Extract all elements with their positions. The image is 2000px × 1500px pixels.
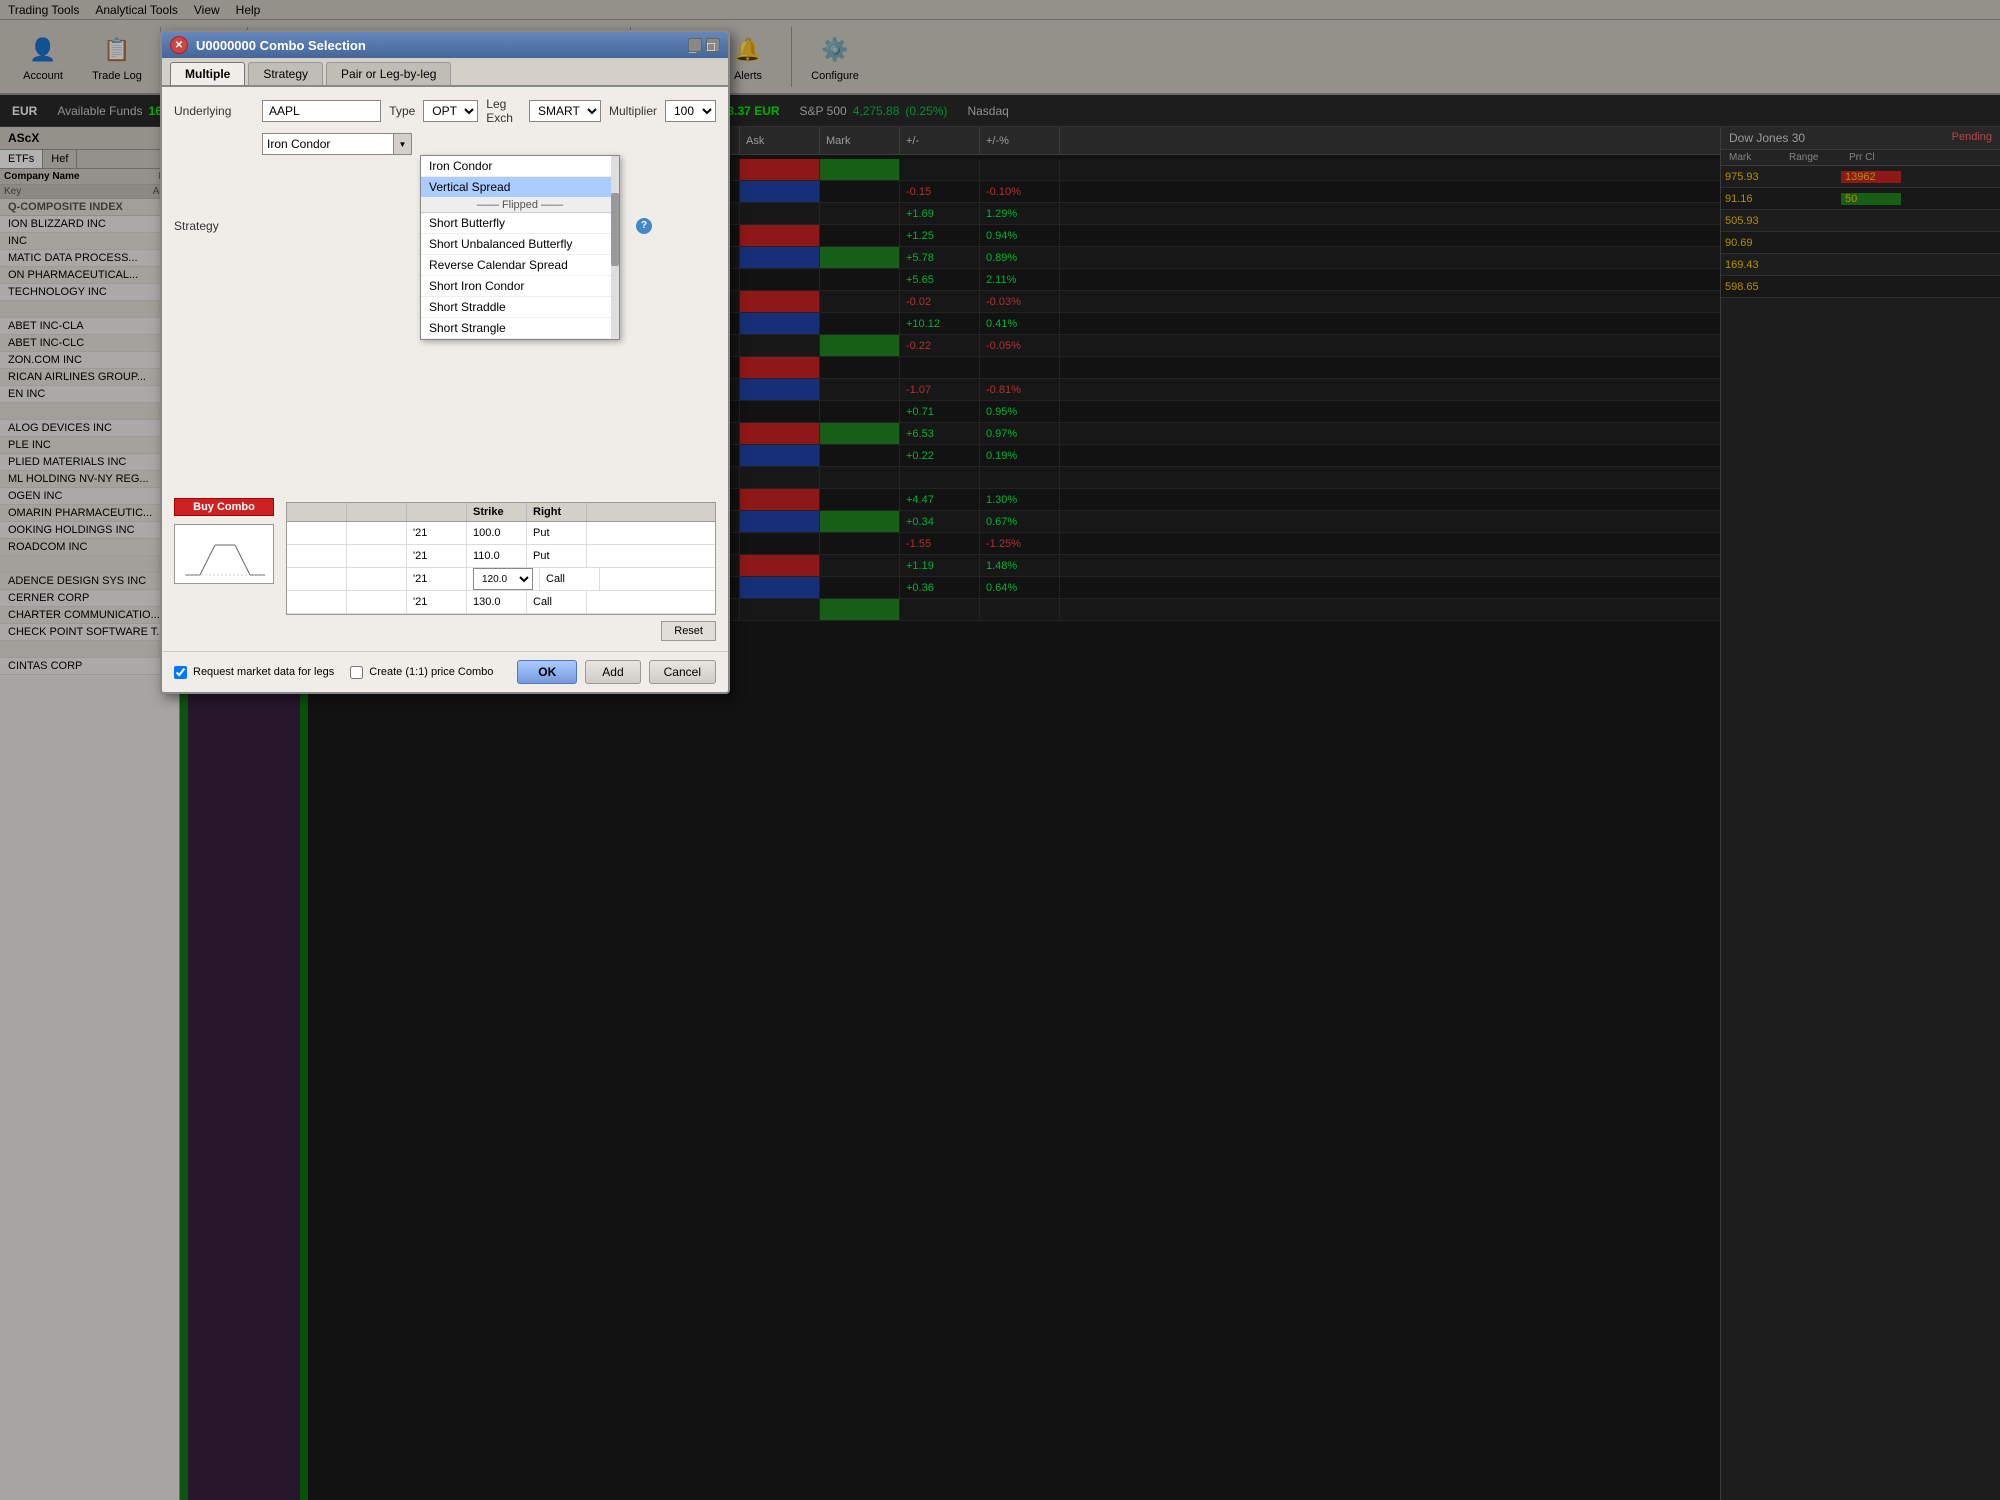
dialog-tabs: Multiple Strategy Pair or Leg-by-leg [162, 58, 728, 87]
checkbox-price-combo-input[interactable] [350, 666, 363, 679]
add-button[interactable]: Add [585, 660, 640, 684]
strategy-input[interactable] [263, 134, 393, 154]
leg-row-3: '21 120.0 115.0 125.0 Call [287, 568, 715, 591]
help-icon-container: ? [636, 218, 652, 234]
strategy-dropdown[interactable]: Iron Condor Vertical Spread —— Flipped —… [420, 155, 620, 340]
reset-button[interactable]: Reset [661, 621, 716, 641]
underlying-input[interactable] [262, 100, 381, 122]
checkbox-price-combo: Create (1:1) price Combo [350, 666, 493, 679]
legs-table-section: Strike Right '21 100.0 Put '21 [286, 498, 716, 641]
strategy-item-short-butterfly[interactable]: Short Butterfly [421, 213, 619, 234]
leg4-right: Call [527, 591, 587, 613]
leg4-ratio [347, 591, 407, 613]
leg-exch-select[interactable]: SMART CBOE AMEX [529, 100, 601, 122]
strategy-item-short-strangle[interactable]: Short Strangle [421, 318, 619, 339]
leg2-right: Put [527, 545, 587, 567]
strategy-container: ▼ Iron Condor Vertical Spread —— Flipped… [262, 133, 620, 318]
leg4-action [287, 591, 347, 613]
leg-row-4: '21 130.0 Call [287, 591, 715, 614]
strategy-row: Strategy ▼ Iron Condor Vertical Spread —… [174, 133, 716, 318]
buy-combo-button[interactable]: Buy Combo [174, 498, 274, 516]
checkbox-market-data: Request market data for legs [174, 666, 334, 679]
leg1-strike: 100.0 [467, 522, 527, 544]
dialog-body: Underlying Type OPT STK FUT Leg Exch SMA… [162, 87, 728, 651]
cancel-button[interactable]: Cancel [649, 660, 716, 684]
strategy-item-vertical-spread[interactable]: Vertical Spread [421, 177, 619, 198]
scrollbar-thumb [611, 193, 619, 266]
dialog-bottom: Request market data for legs Create (1:1… [162, 651, 728, 692]
leg3-exp: '21 [407, 568, 467, 590]
type-label: Type [389, 104, 415, 118]
strategy-item-short-iron-condor[interactable]: Short Iron Condor [421, 276, 619, 297]
strategy-item-iron-condor[interactable]: Iron Condor [421, 156, 619, 177]
legs-table: Strike Right '21 100.0 Put '21 [286, 502, 716, 615]
multiplier-select[interactable]: 100 10 1 [665, 100, 716, 122]
dialog-titlebar: ✕ U0000000 Combo Selection _ □ [162, 32, 728, 58]
strategy-label: Strategy [174, 219, 254, 233]
type-select[interactable]: OPT STK FUT [423, 100, 478, 122]
action-buttons: OK Add Cancel [517, 660, 716, 684]
leg-row-1: '21 100.0 Put [287, 522, 715, 545]
help-icon[interactable]: ? [636, 218, 652, 234]
leg3-right: Call [540, 568, 600, 590]
col-ratio [347, 503, 407, 521]
leg-row-2: '21 110.0 Put [287, 545, 715, 568]
strategy-item-reverse-calendar[interactable]: Reverse Calendar Spread [421, 255, 619, 276]
underlying-label: Underlying [174, 104, 254, 118]
strategy-separator-flipped: —— Flipped —— [421, 198, 619, 213]
reset-container: Reset [286, 621, 716, 641]
leg1-ratio [347, 522, 407, 544]
type-row: Type OPT STK FUT Leg Exch SMART CBOE AME… [389, 97, 716, 125]
strategy-dropdown-arrow[interactable]: ▼ [393, 134, 411, 154]
col-strike: Strike [467, 503, 527, 521]
leg2-strike: 110.0 [467, 545, 527, 567]
leg4-strike: 130.0 [467, 591, 527, 613]
leg3-strike-select[interactable]: 120.0 115.0 125.0 [473, 568, 533, 590]
chart-section: Buy Combo [174, 498, 274, 641]
strategy-item-short-straddle[interactable]: Short Straddle [421, 297, 619, 318]
dialog-title: U0000000 Combo Selection [196, 38, 366, 53]
checkbox-market-data-label: Request market data for legs [193, 666, 334, 678]
underlying-row: Underlying Type OPT STK FUT Leg Exch SMA… [174, 97, 716, 125]
leg3-ratio [347, 568, 407, 590]
leg1-right: Put [527, 522, 587, 544]
leg4-exp: '21 [407, 591, 467, 613]
combo-dialog: ✕ U0000000 Combo Selection _ □ Multiple … [160, 30, 730, 694]
checkbox-market-data-input[interactable] [174, 666, 187, 679]
dropdown-scrollbar [611, 156, 619, 339]
tab-pair-leg[interactable]: Pair or Leg-by-leg [326, 62, 451, 85]
strategy-input-area: ▼ [262, 133, 412, 155]
leg2-exp: '21 [407, 545, 467, 567]
tab-multiple[interactable]: Multiple [170, 62, 245, 85]
leg-exch-label: Leg Exch [486, 97, 521, 125]
dialog-minimize-button[interactable]: _ [688, 38, 702, 52]
multiplier-label: Multiplier [609, 104, 657, 118]
leg1-action [287, 522, 347, 544]
strategy-item-short-unbalanced[interactable]: Short Unbalanced Butterfly [421, 234, 619, 255]
col-exp [407, 503, 467, 521]
chart-display [174, 524, 274, 584]
dialog-maximize-button[interactable]: □ [706, 38, 720, 52]
chart-svg [175, 525, 274, 584]
dialog-close-button[interactable]: ✕ [170, 36, 188, 54]
checkbox-price-combo-label: Create (1:1) price Combo [369, 666, 493, 678]
leg2-ratio [347, 545, 407, 567]
tab-strategy[interactable]: Strategy [248, 62, 323, 85]
leg2-action [287, 545, 347, 567]
leg1-exp: '21 [407, 522, 467, 544]
leg3-strike: 120.0 115.0 125.0 [467, 568, 540, 590]
chart-legs-area: Buy Combo [174, 498, 716, 641]
leg3-action [287, 568, 347, 590]
col-action [287, 503, 347, 521]
col-right: Right [527, 503, 587, 521]
legs-table-header: Strike Right [287, 503, 715, 522]
ok-button[interactable]: OK [517, 660, 577, 684]
